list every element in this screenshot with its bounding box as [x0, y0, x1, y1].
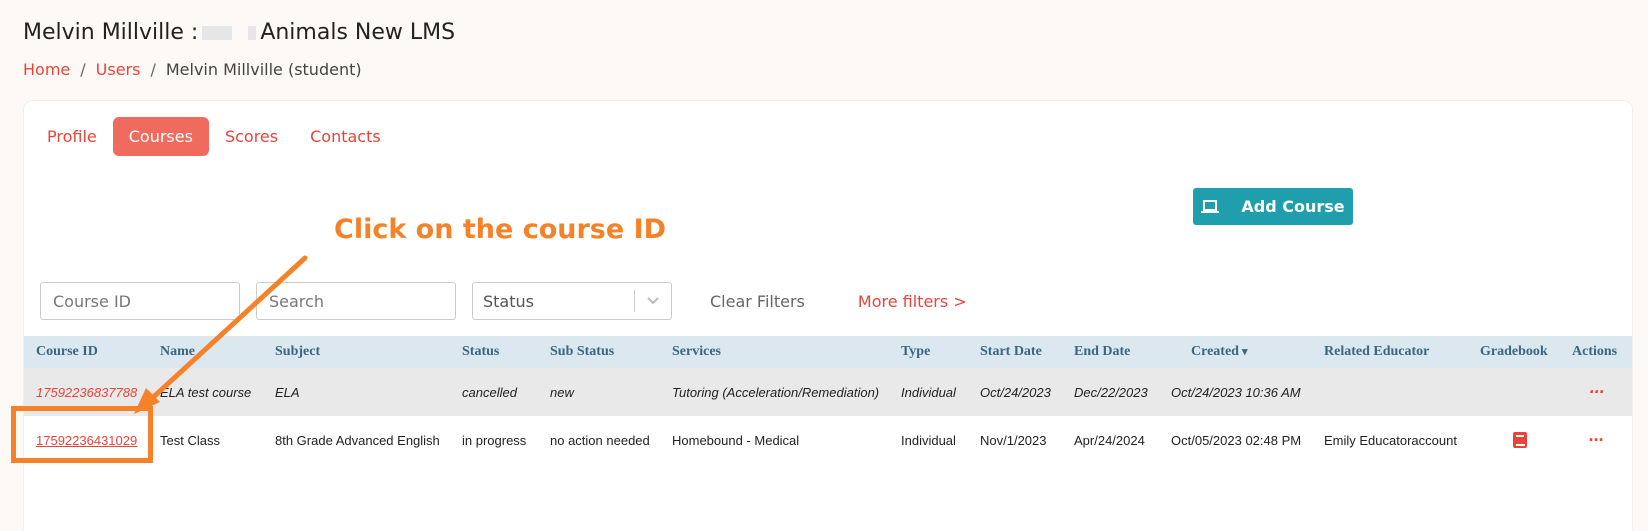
course-educator: [1312, 368, 1468, 416]
course-subject: 8th Grade Advanced English: [275, 432, 440, 448]
breadcrumb: Home / Users / Melvin Millville (student…: [23, 60, 362, 79]
laptop-icon: [1201, 199, 1220, 214]
add-course-button[interactable]: Add Course: [1193, 188, 1353, 225]
courses-table: Course ID Name Subject Status Sub Status…: [24, 336, 1632, 464]
page-title-lms: Animals New LMS: [260, 20, 456, 45]
course-id-link[interactable]: 17592236837788: [24, 368, 148, 416]
table-row: 17592236431029 Test Class 8th Grade Adva…: [24, 416, 1632, 464]
column-header-services[interactable]: Services: [660, 336, 889, 368]
redacted-block: [202, 25, 233, 40]
breadcrumb-separator: /: [80, 60, 86, 79]
column-header-subject[interactable]: Subject: [263, 336, 450, 368]
more-actions-icon[interactable]: ···: [1560, 416, 1632, 464]
course-end-date: Dec/22/2023: [1074, 384, 1148, 400]
gradebook-cell: [1468, 368, 1560, 416]
course-created: Oct/05/2023 02:48 PM: [1171, 432, 1302, 448]
course-educator: Emily Educatoraccount: [1324, 432, 1457, 448]
chevron-down-icon: ▾: [1241, 346, 1248, 358]
add-course-label: Add Course: [1241, 197, 1345, 216]
page-title-name: Melvin Millville :: [23, 20, 199, 45]
tab-contacts[interactable]: Contacts: [294, 117, 397, 156]
status-select[interactable]: Status: [472, 282, 672, 320]
course-name: ELA test course: [160, 384, 252, 400]
created-header-label: Created: [1191, 344, 1239, 359]
more-actions-icon[interactable]: ···: [1560, 368, 1632, 416]
course-status: cancelled: [462, 384, 517, 400]
chevron-down-icon[interactable]: [635, 296, 671, 306]
breadcrumb-separator: /: [150, 60, 156, 79]
breadcrumb-home[interactable]: Home: [23, 60, 70, 79]
course-id-link[interactable]: 17592236431029: [24, 416, 148, 464]
breadcrumb-users[interactable]: Users: [96, 60, 141, 79]
column-header-end-date[interactable]: End Date: [1062, 336, 1159, 368]
more-filters-link[interactable]: More filters >: [858, 292, 967, 311]
column-header-created[interactable]: Created ▾: [1159, 336, 1312, 368]
tab-courses[interactable]: Courses: [112, 117, 209, 156]
annotation-callout: Click on the course ID: [334, 214, 667, 245]
column-header-related-educator[interactable]: Related Educator: [1312, 336, 1468, 368]
column-header-course-id[interactable]: Course ID: [24, 336, 148, 368]
course-subject: ELA: [275, 384, 300, 400]
course-status: in progress: [462, 432, 527, 448]
column-header-actions: Actions: [1572, 344, 1618, 359]
filter-bar: Course ID Search Status Clear Filters Mo…: [40, 282, 967, 320]
course-type: Individual: [901, 384, 956, 400]
column-header-start-date[interactable]: Start Date: [968, 336, 1062, 368]
column-header-sub-status[interactable]: Sub Status: [538, 336, 660, 368]
course-id-input[interactable]: Course ID: [40, 282, 240, 320]
clear-filters-button[interactable]: Clear Filters: [710, 292, 805, 311]
search-input[interactable]: Search: [256, 282, 456, 320]
tab-profile[interactable]: Profile: [31, 117, 113, 156]
course-sub-status: no action needed: [550, 432, 650, 448]
course-created: Oct/24/2023 10:36 AM: [1171, 384, 1301, 400]
gradebook-book-icon[interactable]: [1480, 432, 1560, 448]
course-type: Individual: [901, 432, 956, 448]
status-select-value: Status: [483, 291, 534, 311]
course-services: Tutoring (Acceleration/Remediation): [672, 384, 880, 400]
course-name: Test Class: [160, 432, 220, 448]
course-start-date: Nov/1/2023: [980, 432, 1047, 448]
tab-bar: Profile Courses Scores Contacts: [31, 117, 397, 156]
column-header-name[interactable]: Name: [148, 336, 263, 368]
course-end-date: Apr/24/2024: [1074, 432, 1145, 448]
tab-scores[interactable]: Scores: [209, 117, 294, 156]
redacted-block: [248, 25, 257, 40]
gradebook-cell: [1468, 416, 1560, 464]
course-sub-status: new: [550, 384, 574, 400]
table-row: 17592236837788 ELA test course ELA cance…: [24, 368, 1632, 416]
column-header-gradebook[interactable]: Gradebook: [1468, 336, 1560, 368]
breadcrumb-current: Melvin Millville (student): [165, 60, 362, 79]
column-header-status[interactable]: Status: [450, 336, 538, 368]
course-start-date: Oct/24/2023: [980, 384, 1051, 400]
column-header-type[interactable]: Type: [889, 336, 968, 368]
table-header-row: Course ID Name Subject Status Sub Status…: [24, 336, 1632, 368]
course-services: Homebound - Medical: [672, 432, 800, 448]
page-title: Melvin Millville : Animals New LMS: [23, 20, 455, 45]
